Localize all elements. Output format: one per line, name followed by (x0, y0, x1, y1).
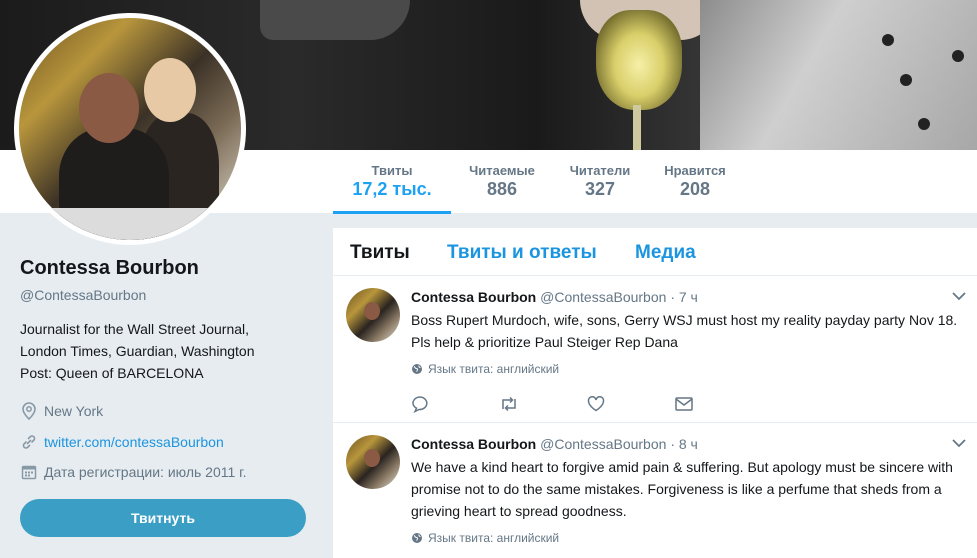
tweet-separator: · (670, 436, 675, 452)
tab-media[interactable]: Медиа (635, 242, 696, 264)
tab-tweets-replies[interactable]: Твиты и ответы (447, 242, 597, 264)
stat-value: 886 (486, 179, 518, 199)
tweet-item[interactable]: Contessa Bourbon @ContessaBourbon · 7 ч … (333, 276, 977, 423)
tweet-time[interactable]: 7 ч (679, 289, 698, 305)
tab-tweets[interactable]: Твиты (350, 242, 410, 264)
stat-label: Читаемые (469, 163, 535, 178)
tweet-text: Boss Rupert Murdoch, wife, sons, Gerry W… (411, 312, 958, 350)
profile-link[interactable]: twitter.com/contessaBourbon (44, 434, 224, 450)
timeline-tabs: Твиты Твиты и ответы Медиа (333, 228, 977, 276)
location-pin-icon (20, 402, 38, 420)
profile-url: twitter.com/contessaBourbon (20, 433, 224, 451)
stat-likes[interactable]: Нравится 208 (655, 150, 735, 214)
retweet-icon[interactable] (499, 394, 587, 414)
link-icon (20, 433, 38, 451)
tweet-item[interactable]: Contessa Bourbon @ContessaBourbon · 8 ч … (333, 423, 977, 558)
calendar-icon (20, 463, 38, 481)
stat-followers[interactable]: Читатели 327 (560, 150, 640, 214)
tweet-language-text: Язык твита: английский (428, 531, 560, 545)
globe-icon (411, 532, 423, 544)
tweet-avatar[interactable] (346, 435, 400, 489)
globe-icon (411, 363, 423, 375)
stat-value: 327 (584, 179, 616, 199)
tweet-text: We have a kind heart to forgive amid pai… (411, 459, 953, 519)
tweet-author-handle[interactable]: @ContessaBourbon (540, 289, 666, 305)
tweet-author-handle[interactable]: @ContessaBourbon (540, 436, 666, 452)
avatar[interactable] (14, 13, 246, 245)
stat-label: Твиты (371, 163, 413, 178)
tweet-language-text: Язык твита: английский (428, 362, 560, 376)
chevron-down-icon[interactable] (952, 288, 966, 304)
profile-location: New York (20, 402, 103, 420)
profile-card: Contessa Bourbon @ContessaBourbon Journa… (0, 214, 333, 558)
profile-joined: Дата регистрации: июль 2011 г. (20, 463, 246, 481)
profile-name[interactable]: Contessa Bourbon (20, 257, 199, 280)
tweet-separator: · (670, 289, 675, 305)
stat-tweets[interactable]: Твиты 17,2 тыс. (333, 150, 451, 214)
location-text: New York (44, 403, 104, 419)
tweet-button[interactable]: Твитнуть (20, 499, 306, 537)
profile-handle[interactable]: @ContessaBourbon (20, 287, 146, 303)
stat-label: Нравится (664, 163, 726, 178)
stat-label: Читатели (569, 163, 631, 178)
stat-following[interactable]: Читаемые 886 (462, 150, 542, 214)
tweet-header: Contessa Bourbon @ContessaBourbon · 8 ч (411, 436, 698, 452)
tweet-author-name[interactable]: Contessa Bourbon (411, 436, 536, 452)
tweet-actions (411, 394, 763, 414)
tweet-header: Contessa Bourbon @ContessaBourbon · 7 ч (411, 289, 698, 305)
tweet-language: Язык твита: английский (411, 362, 559, 376)
tweet-avatar[interactable] (346, 288, 400, 342)
joined-text: Дата регистрации: июль 2011 г. (44, 464, 247, 480)
stat-value: 17,2 тыс. (352, 179, 432, 199)
tweet-author-name[interactable]: Contessa Bourbon (411, 289, 536, 305)
reply-icon[interactable] (411, 394, 499, 414)
like-icon[interactable] (587, 394, 675, 414)
stat-value: 208 (679, 179, 711, 199)
tweet-time[interactable]: 8 ч (679, 436, 698, 452)
message-icon[interactable] (675, 394, 763, 414)
timeline: Твиты Твиты и ответы Медиа Contessa Bour… (333, 228, 977, 558)
profile-bio: Journalist for the Wall Street Journal, … (20, 321, 255, 381)
tweet-language: Язык твита: английский (411, 531, 559, 545)
chevron-down-icon[interactable] (952, 435, 966, 451)
